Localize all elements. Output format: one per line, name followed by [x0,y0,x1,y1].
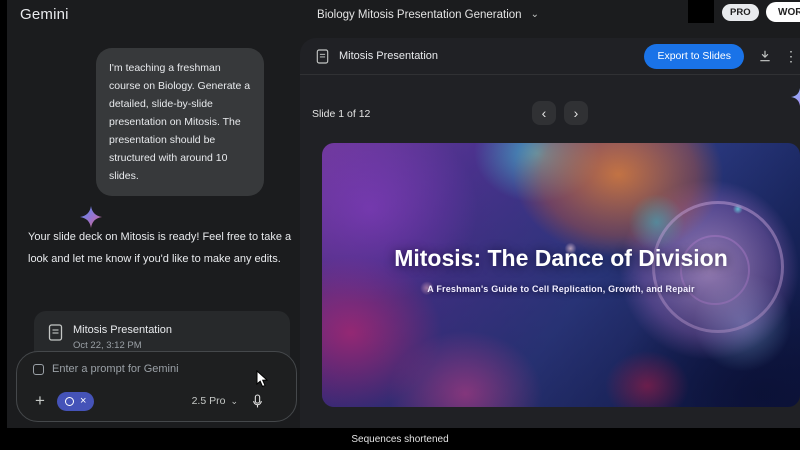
attachment-timestamp: Oct 22, 3:12 PM [73,340,172,351]
slide-preview[interactable]: Mitosis: The Dance of Division A Freshma… [322,143,800,407]
slide-shade-overlay [322,143,800,407]
sparkle-icon[interactable] [791,88,800,106]
screen-edge-band [0,0,7,450]
export-to-slides-button[interactable]: Export to Slides [644,44,744,69]
avatar[interactable] [688,0,714,23]
slide-counter: Slide 1 of 12 [312,108,370,120]
gemini-logo[interactable]: Gemini [20,6,69,23]
workspace-badge: WORK [766,2,800,22]
conversation-title: Biology Mitosis Presentation Generation [317,9,522,21]
next-slide-button[interactable]: › [564,101,588,125]
remove-tool-icon[interactable]: × [80,396,86,407]
chevron-down-icon: ⌄ [531,10,539,20]
assistant-response: Your slide deck on Mitosis is ready! Fee… [28,227,300,270]
download-icon[interactable] [758,49,772,63]
user-message-bubble: I'm teaching a freshman course on Biolog… [96,48,264,196]
previous-slide-button[interactable]: ‹ [532,101,556,125]
chevron-down-icon: ⌄ [230,396,238,407]
add-button[interactable]: + [31,391,49,411]
footer-note: Sequences shortened [351,434,448,445]
pro-badge: PRO [722,4,759,21]
gemini-app-window: Gemini Biology Mitosis Presentation Gene… [0,0,800,450]
microphone-button[interactable] [251,393,264,410]
canvas-title: Mitosis Presentation [339,50,438,62]
footer-bar: Sequences shortened [0,428,800,450]
model-name: 2.5 Pro [192,395,226,407]
conversation-title-menu[interactable]: Biology Mitosis Presentation Generation … [317,9,539,21]
more-options-icon[interactable]: ⋮ [784,48,794,65]
document-icon [316,49,329,64]
model-selector[interactable]: 2.5 Pro ⌄ [192,395,238,407]
slide-subtitle: A Freshman's Guide to Cell Replication, … [427,284,694,294]
canvas-header: Mitosis Presentation Export to Slides ⋮ [300,38,800,75]
tool-chip[interactable]: × [57,392,94,411]
prompt-composer: + × 2.5 Pro ⌄ [16,351,297,422]
tool-chip-icon [65,397,74,406]
prompt-icon [33,364,44,375]
attachment-title: Mitosis Presentation [73,324,172,336]
prompt-input[interactable] [52,363,280,375]
gemini-sparkle-icon [80,206,102,228]
canvas-panel: Mitosis Presentation Export to Slides ⋮ … [300,38,800,428]
slide-title: Mitosis: The Dance of Division [394,245,728,272]
